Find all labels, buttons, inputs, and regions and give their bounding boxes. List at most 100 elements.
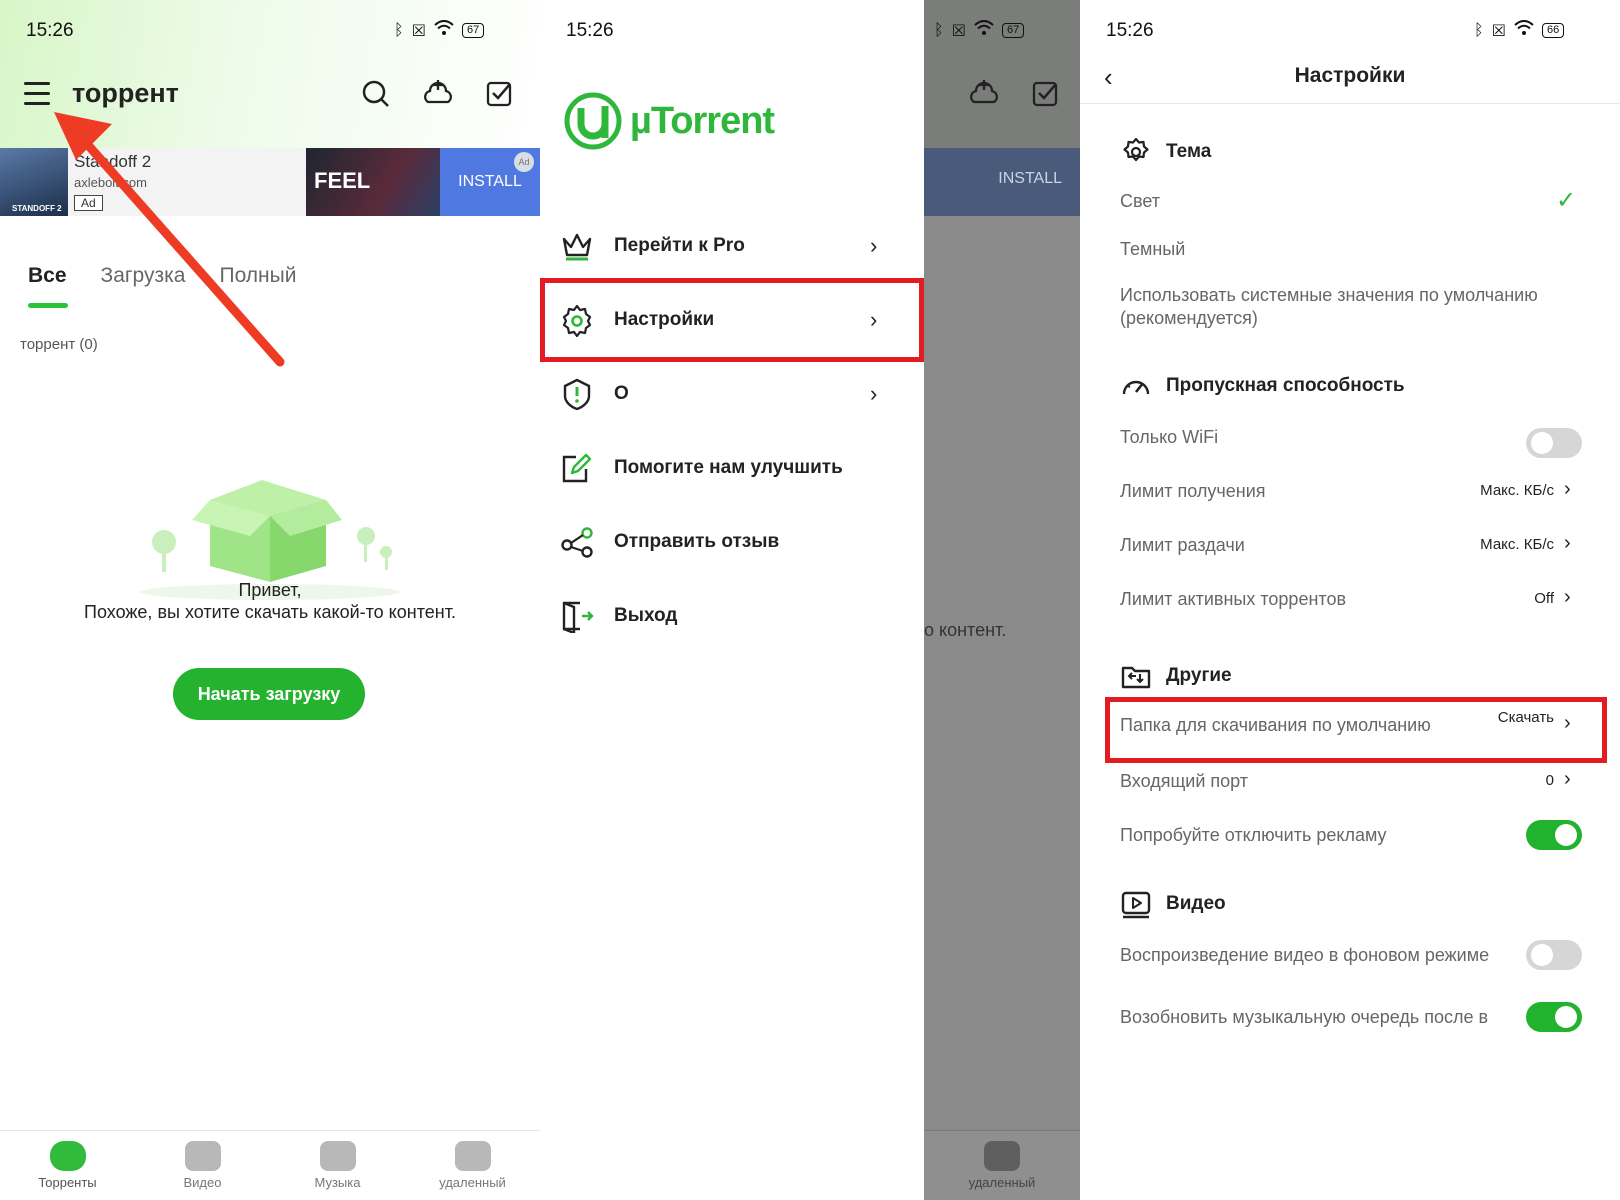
dimmed-background[interactable]: INSTALL о контент. удаленный <box>924 0 1080 1200</box>
select-icon[interactable] <box>484 78 516 110</box>
active-torrents-limit-label[interactable]: Лимит активных торрентов <box>1120 588 1346 611</box>
palette-gear-icon <box>1123 137 1149 162</box>
upload-limit-value: Макс. КБ/с <box>1480 536 1554 553</box>
wifi-only-label: Только WiFi <box>1120 427 1219 447</box>
nav-video[interactable]: Видео <box>135 1131 270 1200</box>
status-icons: ᛒ ☒ 66 <box>1474 20 1565 41</box>
wifi-icon <box>434 20 454 41</box>
add-torrent-icon[interactable] <box>422 78 454 110</box>
nav-torrents[interactable]: Торренты <box>0 1131 135 1200</box>
incoming-port-label[interactable]: Входящий порт <box>1120 770 1248 793</box>
folder-download-icon <box>1121 666 1151 689</box>
theme-option-light[interactable]: Свет <box>1120 190 1160 213</box>
menu-icon[interactable] <box>24 82 50 105</box>
bluetooth-icon: ᛒ <box>394 21 404 39</box>
resume-music-toggle[interactable] <box>1526 1002 1582 1032</box>
ad-banner[interactable]: STANDOFF 2 Standoff 2 axlebolt.com Ad FE… <box>0 148 540 216</box>
chevron-right-icon: › <box>1564 478 1571 500</box>
select-icon-dimmed <box>1032 81 1058 107</box>
start-download-button[interactable]: Начать загрузку <box>173 668 365 720</box>
battery-indicator: 66 <box>1541 23 1565 38</box>
chevron-right-icon: › <box>870 381 878 406</box>
active-torrents-limit-value: Off <box>1534 590 1554 607</box>
page-title: торрент <box>72 78 179 108</box>
menu-item-go-pro[interactable]: Перейти к Pro › <box>540 210 924 282</box>
section-bandwidth: Пропускная способность <box>1120 370 1405 402</box>
app-logo: µTorrent <box>564 92 775 150</box>
bluetooth-icon: ᛒ <box>1474 21 1484 39</box>
menu-item-label: Перейти к Pro <box>614 235 745 256</box>
speedometer-icon <box>1122 380 1150 395</box>
tab-all[interactable]: Все <box>28 264 67 288</box>
status-icons: ᛒ ☒ 67 <box>394 20 485 41</box>
music-note-icon <box>319 1141 356 1171</box>
menu-item-label: О <box>614 383 629 404</box>
disable-ads-label: Попробуйте отключить рекламу <box>1120 825 1387 845</box>
empty-message-dimmed: о контент. <box>924 620 1007 640</box>
torrent-list-screen: 15:26 ᛒ ☒ 67 торрент STANDOFF 2 Standoff… <box>0 0 540 1200</box>
empty-message: Похоже, вы хотите скачать какой-то конте… <box>84 602 456 622</box>
add-torrent-icon-dimmed <box>970 80 998 104</box>
theme-option-dark[interactable]: Темный <box>1120 238 1185 261</box>
ad-game-image: FEEL <box>306 148 440 216</box>
resume-music-label: Возобновить музыкальную очередь после в <box>1120 1007 1489 1027</box>
background-play-label: Воспроизведение видео в фоновом режиме <box>1120 945 1490 965</box>
chevron-right-icon: › <box>1564 586 1571 608</box>
menu-item-label: Отправить отзыв <box>614 531 780 552</box>
disable-ads-toggle[interactable] <box>1526 820 1582 850</box>
edit-icon <box>562 453 592 483</box>
nav-remote[interactable]: удаленный <box>405 1131 540 1200</box>
empty-greeting: Привет, <box>238 580 302 600</box>
sim-off-icon: ☒ <box>1491 22 1506 40</box>
menu-item-label: Выход <box>614 605 678 626</box>
video-play-icon <box>1121 891 1151 919</box>
utorrent-logo-icon <box>564 92 622 150</box>
wifi-icon <box>1514 20 1534 41</box>
settings-highlight-frame <box>540 278 924 362</box>
filter-tabs: Все Загрузка Полный <box>28 264 296 288</box>
cloud-upload-icon <box>49 1141 86 1171</box>
settings-screen: 15:26 ᛒ ☒ 66 ‹ Настройки Тема Свет ✓ Тем… <box>1080 0 1620 1200</box>
incoming-port-value: 0 <box>1545 772 1554 789</box>
share-icon <box>561 527 593 558</box>
menu-item-feedback[interactable]: Отправить отзыв <box>540 506 924 578</box>
theme-option-system[interactable]: Использовать системные значения по умолч… <box>1120 284 1590 330</box>
tab-completed[interactable]: Полный <box>219 264 296 288</box>
ad-subtitle: axlebolt.com <box>74 175 147 190</box>
wifi-icon <box>974 20 994 41</box>
status-time: 15:26 <box>26 20 74 41</box>
active-tab-indicator <box>28 303 68 308</box>
upload-limit-label[interactable]: Лимит раздачи <box>1120 534 1245 557</box>
chevron-right-icon: › <box>1564 768 1571 790</box>
search-icon[interactable] <box>360 78 392 110</box>
torrent-count: торрент (0) <box>20 336 98 353</box>
ad-badge: Ad <box>74 195 103 211</box>
drawer-status-time: 15:26 <box>566 20 614 41</box>
status-time: 15:26 <box>1106 20 1154 41</box>
app-logo-text: µTorrent <box>630 99 775 142</box>
navigation-drawer-screen: INSTALL о контент. удаленный 15:26 ᛒ ☒ 6… <box>540 0 1080 1200</box>
menu-item-exit[interactable]: Выход <box>540 580 924 652</box>
status-icons: ᛒ ☒ 67 <box>934 20 1025 41</box>
menu-item-help-improve[interactable]: Помогите нам улучшить <box>540 432 924 504</box>
background-play-toggle[interactable] <box>1526 940 1582 970</box>
ad-info-icon[interactable]: Ad <box>514 152 534 172</box>
wifi-only-toggle[interactable] <box>1526 428 1582 458</box>
section-theme: Тема <box>1120 136 1211 168</box>
chevron-right-icon: › <box>870 233 878 258</box>
menu-item-label: Помогите нам улучшить <box>614 457 843 478</box>
section-video: Видео <box>1120 888 1226 920</box>
battery-indicator: 67 <box>461 23 485 38</box>
section-other: Другие <box>1120 660 1232 692</box>
download-limit-label[interactable]: Лимит получения <box>1120 480 1266 503</box>
ad-title: Standoff 2 <box>74 152 152 171</box>
sim-off-icon: ☒ <box>951 22 966 40</box>
settings-header: ‹ Настройки <box>1080 52 1620 104</box>
nav-music[interactable]: Музыка <box>270 1131 405 1200</box>
film-icon <box>184 1141 221 1171</box>
bluetooth-icon: ᛒ <box>934 21 944 39</box>
tab-downloading[interactable]: Загрузка <box>101 264 186 288</box>
page-title: Настройки <box>1294 64 1406 87</box>
navigation-drawer: 15:26 µTorrent Перейти к Pro › Настройки… <box>540 0 924 1200</box>
menu-item-about[interactable]: О › <box>540 358 924 430</box>
